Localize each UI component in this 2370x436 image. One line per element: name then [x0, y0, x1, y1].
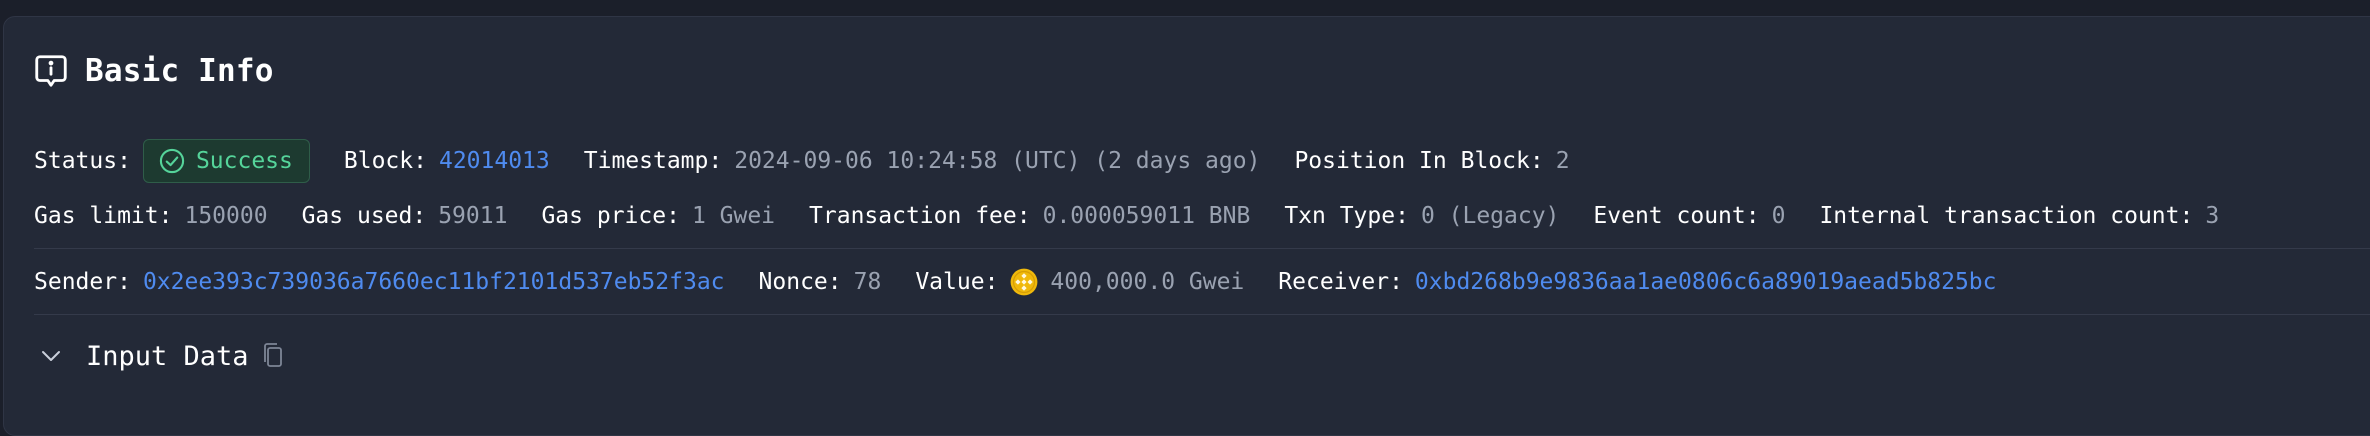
divider: [34, 248, 2370, 249]
timestamp-label: Timestamp:: [583, 148, 723, 174]
divider: [34, 314, 2370, 315]
bnb-coin-icon: [1010, 268, 1038, 296]
gas-price-label: Gas price:: [541, 203, 680, 229]
txn-type-label: Txn Type:: [1284, 203, 1409, 229]
transaction-fee-label: Transaction fee:: [809, 203, 1031, 229]
receiver-label: Receiver:: [1278, 269, 1403, 295]
gas-price-value: 1 Gwei: [691, 203, 776, 229]
section-title: Basic Info: [85, 53, 274, 89]
copy-icon[interactable]: [261, 341, 287, 371]
gas-limit-label: Gas limit:: [34, 203, 173, 229]
status-value: Success: [195, 148, 293, 174]
gas-limit-field: Gas limit: 150000: [34, 203, 268, 229]
info-message-icon: [31, 51, 71, 91]
gas-limit-value: 150000: [184, 203, 268, 229]
transaction-fee-value: 0.000059011 BNB: [1042, 203, 1251, 229]
txn-type-value: 0 (Legacy): [1420, 203, 1560, 229]
event-count-value: 0: [1771, 203, 1786, 229]
block-link[interactable]: 42014013: [439, 148, 550, 174]
nonce-field: Nonce: 78: [759, 269, 882, 295]
sender-address-link[interactable]: 0x2ee393c739036a7660ec11bf2101d537eb52f3…: [143, 269, 725, 295]
internal-count-field: Internal transaction count: 3: [1819, 203, 2219, 229]
position-value: 2: [1555, 148, 1570, 174]
chevron-down-icon[interactable]: [36, 341, 66, 371]
position-label: Position In Block:: [1294, 148, 1544, 174]
block-label: Block:: [343, 148, 427, 174]
receiver-address-link[interactable]: 0xbd268b9e9836aa1ae0806c6a89019aead5b825…: [1415, 269, 1997, 295]
parties-row: Sender: 0x2ee393c739036a7660ec11bf2101d5…: [34, 262, 2031, 302]
status-field: Status: Success: [34, 139, 310, 183]
transaction-fee-field: Transaction fee: 0.000059011 BNB: [809, 203, 1250, 229]
status-badge: Success: [142, 139, 310, 183]
gas-used-label: Gas used:: [301, 203, 427, 229]
internal-count-label: Internal transaction count:: [1819, 203, 2194, 229]
value-field: Value: 400,000.0 Gwei: [915, 268, 1244, 296]
gas-row: Gas limit: 150000 Gas used: 59011 Gas pr…: [34, 196, 2253, 236]
internal-count-value: 3: [2205, 203, 2220, 229]
timestamp-value: 2024-09-06 10:24:58 (UTC) (2 days ago): [734, 148, 1261, 174]
status-label: Status:: [34, 148, 131, 174]
event-count-field: Event count: 0: [1593, 203, 1785, 229]
block-field: Block: 42014013: [344, 148, 550, 174]
receiver-field: Receiver: 0xbd268b9e9836aa1ae0806c6a8901…: [1278, 269, 1996, 295]
sender-field: Sender: 0x2ee393c739036a7660ec11bf2101d5…: [34, 269, 725, 295]
sender-label: Sender:: [34, 269, 131, 295]
nonce-value: 78: [853, 269, 882, 295]
gas-price-field: Gas price: 1 Gwei: [541, 203, 775, 229]
gas-used-value: 59011: [438, 203, 508, 229]
input-data-toggle[interactable]: Input Data: [36, 336, 287, 376]
timestamp-field: Timestamp: 2024-09-06 10:24:58 (UTC) (2 …: [584, 148, 1261, 174]
gas-used-field: Gas used: 59011: [302, 203, 508, 229]
event-count-label: Event count:: [1593, 203, 1760, 229]
status-row: Status: Success Block: 42014013 Timestam…: [34, 138, 1604, 184]
section-header: Basic Info: [31, 50, 274, 92]
value-label: Value:: [915, 269, 999, 295]
input-data-label[interactable]: Input Data: [86, 341, 249, 372]
position-field: Position In Block: 2: [1294, 148, 1569, 174]
txn-type-field: Txn Type: 0 (Legacy): [1284, 203, 1559, 229]
check-circle-icon: [158, 147, 186, 175]
nonce-label: Nonce:: [758, 269, 842, 295]
value-amount: 400,000.0 Gwei: [1050, 269, 1245, 295]
